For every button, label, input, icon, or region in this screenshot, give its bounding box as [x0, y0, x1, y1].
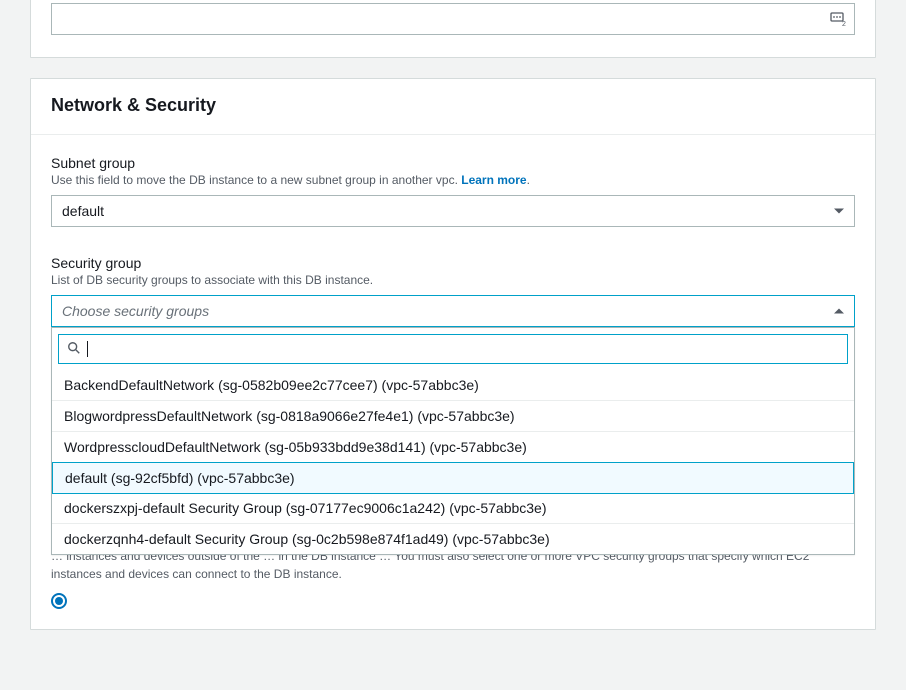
- master-password-input[interactable]: 2: [51, 3, 855, 35]
- subnet-group-field: Subnet group Use this field to move the …: [51, 155, 855, 227]
- security-label: Security group: [51, 255, 855, 271]
- chevron-up-icon: [834, 309, 844, 314]
- text-cursor: [87, 341, 88, 357]
- security-group-field: Security group List of DB security group…: [51, 255, 855, 327]
- network-security-panel: Network & Security Subnet group Use this…: [30, 78, 876, 630]
- subnet-learn-more-link[interactable]: Learn more: [461, 173, 526, 187]
- security-group-search[interactable]: [58, 334, 848, 364]
- security-group-option[interactable]: default (sg-92cf5bfd) (vpc-57abbc3e): [52, 462, 854, 494]
- subnet-group-select[interactable]: default: [51, 195, 855, 227]
- security-group-dropdown: Choose security groups: [51, 295, 855, 327]
- security-help: List of DB security groups to associate …: [51, 273, 855, 287]
- security-placeholder: Choose security groups: [62, 303, 209, 319]
- panel-title: Network & Security: [31, 79, 875, 135]
- security-group-dropdown-list: BackendDefaultNetwork (sg-0582b09ee2c77c…: [51, 327, 855, 555]
- password-panel: Set a new password for the master DB ins…: [30, 0, 876, 58]
- security-group-option[interactable]: dockerszxpj-default Security Group (sg-0…: [52, 493, 854, 524]
- chevron-down-icon: [834, 209, 844, 214]
- subnet-group-value: default: [62, 203, 104, 219]
- security-group-search-input[interactable]: [94, 341, 839, 357]
- security-group-option[interactable]: BackendDefaultNetwork (sg-0582b09ee2c77c…: [52, 370, 854, 401]
- svg-text:2: 2: [842, 21, 846, 27]
- security-group-select[interactable]: Choose security groups: [51, 295, 855, 327]
- public-access-radio-row: [51, 593, 855, 609]
- security-group-option[interactable]: BlogwordpressDefaultNetwork (sg-0818a906…: [52, 401, 854, 432]
- subnet-label: Subnet group: [51, 155, 855, 171]
- search-icon: [67, 341, 81, 358]
- password-generator-icon[interactable]: 2: [828, 9, 848, 29]
- public-access-radio[interactable]: [51, 593, 67, 609]
- security-group-option[interactable]: dockerzqnh4-default Security Group (sg-0…: [52, 524, 854, 554]
- security-group-option[interactable]: WordpresscloudDefaultNetwork (sg-05b933b…: [52, 432, 854, 463]
- subnet-help: Use this field to move the DB instance t…: [51, 173, 855, 187]
